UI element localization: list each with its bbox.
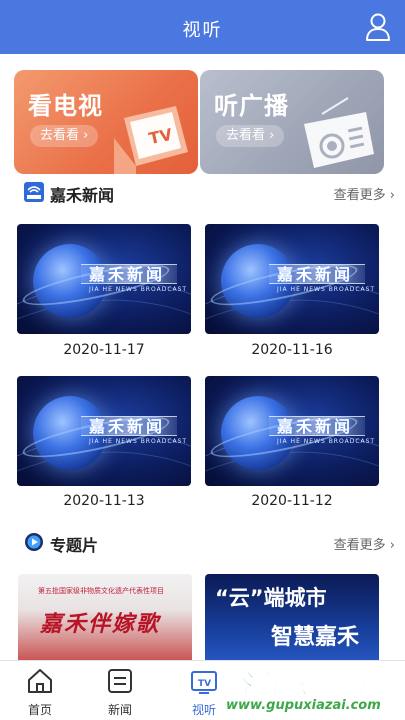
page-title: 视听 [182, 20, 223, 41]
promo-line2: 智慧嘉禾 [271, 625, 360, 650]
news-thumbnail[interactable]: 嘉禾新闻 JIA HE NEWS BROADCAST [17, 224, 191, 334]
special-more-link[interactable]: 查看更多 › [334, 534, 395, 553]
tv-icon: TV [106, 96, 192, 174]
thumbnail-subtitle: JIA HE NEWS BROADCAST [277, 286, 376, 293]
thumbnail-title: 嘉禾新闻 [89, 417, 166, 436]
user-icon[interactable] [365, 13, 391, 41]
play-circle-icon [24, 532, 44, 552]
watch-tv-card[interactable]: 看电视 去看看 › TV [14, 70, 198, 174]
news-date: 2020-11-16 [251, 342, 333, 358]
promo-title: 嘉禾伴嫁歌 [40, 612, 161, 637]
special-section-header: 专题片 查看更多 › [0, 530, 405, 555]
main-content: 看电视 去看看 › TV 听广播 去看看 › 嘉禾新闻 查看更多 › 嘉禾新闻 … [0, 54, 405, 660]
tab-news[interactable]: 新闻 [90, 667, 150, 717]
news-app-icon [24, 182, 44, 202]
news-date: 2020-11-13 [63, 493, 145, 509]
news-thumbnail[interactable]: 嘉禾新闻 JIA HE NEWS BROADCAST [17, 376, 191, 486]
thumbnail-title: 嘉禾新闻 [277, 265, 354, 284]
home-icon [26, 667, 54, 695]
news-section-title: 嘉禾新闻 [50, 186, 115, 205]
special-thumbnail-smart-city[interactable]: “云”端城市 智慧嘉禾 [205, 574, 379, 660]
listen-radio-button[interactable]: 去看看 › [216, 125, 285, 147]
radio-icon [292, 96, 378, 174]
promo-caption: 第五批国家级非物质文化遗产代表性项目 [38, 587, 164, 595]
news-section-header: 嘉禾新闻 查看更多 › [0, 180, 405, 205]
news-thumbnail[interactable]: 嘉禾新闻 JIA HE NEWS BROADCAST [205, 376, 379, 486]
news-date: 2020-11-12 [251, 493, 333, 509]
site-watermark: 谷普软件园 www.gupuxiazai.com [200, 664, 405, 720]
thumbnail-title: 嘉禾新闻 [89, 265, 166, 284]
listen-radio-card[interactable]: 听广播 去看看 › [200, 70, 384, 174]
watermark-logo-text: 谷普软件园 [225, 670, 367, 701]
news-more-link[interactable]: 查看更多 › [334, 184, 395, 203]
news-icon [106, 667, 134, 695]
watch-tv-title: 看电视 [28, 92, 103, 120]
promo-line1: “云”端城市 [215, 586, 327, 610]
news-thumbnail[interactable]: 嘉禾新闻 JIA HE NEWS BROADCAST [205, 224, 379, 334]
special-section-title: 专题片 [50, 536, 99, 555]
tab-home[interactable]: 首页 [10, 667, 70, 717]
top-header: 视听 [0, 0, 405, 54]
special-thumbnail-wedding-song[interactable]: 第五批国家级非物质文化遗产代表性项目 嘉禾伴嫁歌 [18, 574, 192, 660]
thumbnail-title: 嘉禾新闻 [277, 417, 354, 436]
thumbnail-subtitle: JIA HE NEWS BROADCAST [89, 438, 188, 445]
listen-radio-title: 听广播 [214, 92, 289, 120]
tab-news-label: 新闻 [107, 703, 132, 717]
thumbnail-subtitle: JIA HE NEWS BROADCAST [89, 286, 188, 293]
news-date: 2020-11-17 [63, 342, 145, 358]
tab-home-label: 首页 [27, 703, 52, 717]
watch-tv-button[interactable]: 去看看 › [30, 125, 99, 147]
watermark-url: www.gupuxiazai.com [226, 698, 381, 713]
thumbnail-subtitle: JIA HE NEWS BROADCAST [277, 438, 376, 445]
